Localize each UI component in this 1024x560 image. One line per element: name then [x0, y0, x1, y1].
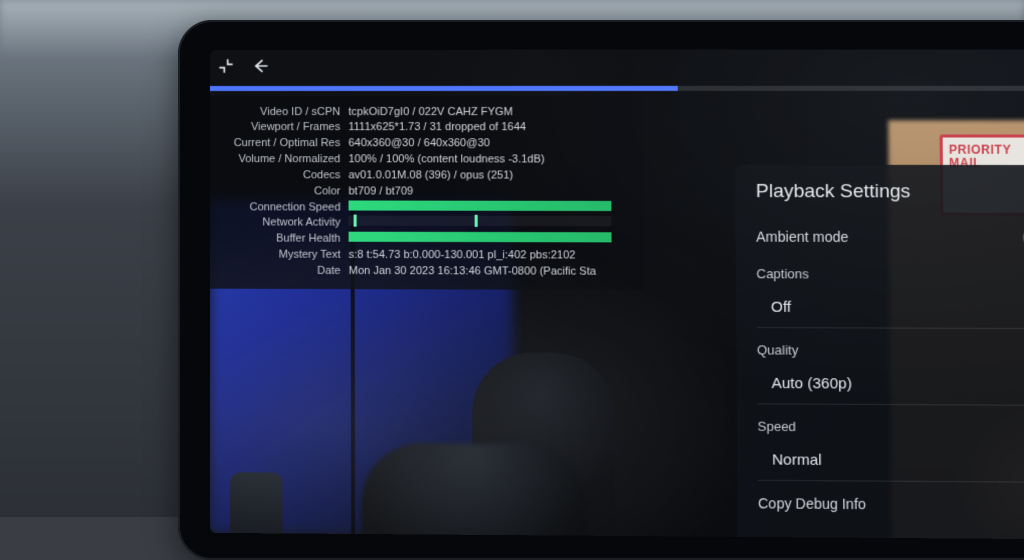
- quality-select[interactable]: Auto (360p): [757, 364, 1024, 406]
- stats-label: Color: [220, 183, 349, 199]
- stats-bar-buffer: [349, 231, 634, 248]
- video-progress-fill: [210, 86, 678, 91]
- stats-bar-connection: [349, 200, 634, 217]
- stats-value-video-id: tcpkOiD7gI0 / 022V CAHZ FYGM: [348, 104, 633, 120]
- screen: PRIORITY MAIL Video ID / sCPN tcpkOiD7gI…: [210, 49, 1024, 539]
- settings-title: Playback Settings: [756, 181, 1024, 204]
- playback-settings-panel: Playback Settings Ambient mode Captions …: [735, 165, 1024, 540]
- stats-value-viewport: 1111x625*1.73 / 31 dropped of 1644: [348, 120, 633, 136]
- copy-debug-info[interactable]: Copy Debug Info: [758, 495, 1024, 514]
- stats-label: Volume / Normalized: [220, 152, 348, 168]
- stats-value-date: Mon Jan 30 2023 16:13:46 GMT-0800 (Pacif…: [349, 263, 634, 280]
- person-silhouette: [361, 443, 585, 540]
- speed-value: Normal: [772, 451, 822, 469]
- ambient-mode-row[interactable]: Ambient mode: [756, 221, 1024, 252]
- stats-label: Current / Optimal Res: [220, 136, 348, 152]
- stats-value-codecs: av01.0.01M.08 (396) / opus (251): [348, 168, 633, 184]
- speed-label: Speed: [757, 419, 1024, 436]
- stats-label: Buffer Health: [220, 231, 349, 247]
- stats-value-color: bt709 / bt709: [348, 184, 633, 200]
- stats-panel: Video ID / sCPN tcpkOiD7gI0 / 022V CAHZ …: [210, 96, 644, 290]
- captions-value: Off: [771, 299, 791, 316]
- back-arrow-icon[interactable]: [250, 56, 270, 81]
- video-progress-track[interactable]: [210, 86, 1024, 91]
- stats-label: Connection Speed: [220, 199, 349, 215]
- captions-label: Captions: [756, 266, 1024, 282]
- captions-select[interactable]: Off: [756, 287, 1024, 329]
- minimize-icon[interactable]: [216, 56, 236, 81]
- stats-label: Network Activity: [220, 215, 349, 231]
- stats-bar-network: [349, 215, 634, 232]
- bottle: [230, 472, 282, 539]
- top-left-controls: [216, 56, 270, 81]
- stats-label: Date: [220, 263, 349, 279]
- speed-select[interactable]: Normal: [758, 440, 1024, 483]
- ambient-mode-label: Ambient mode: [756, 229, 848, 245]
- stats-value-mystery: s:8 t:54.73 b:0.000-130.001 pl_i:402 pbs…: [349, 247, 634, 264]
- quality-value: Auto (360p): [771, 375, 851, 393]
- stats-value-res: 640x360@30 / 640x360@30: [348, 136, 633, 152]
- stats-label: Viewport / Frames: [220, 120, 348, 136]
- quality-label: Quality: [757, 342, 1024, 359]
- stats-value-volume: 100% / 100% (content loudness -3.1dB): [348, 152, 633, 168]
- stats-label: Codecs: [220, 168, 348, 184]
- stats-label: Video ID / sCPN: [220, 104, 348, 120]
- stats-label: Mystery Text: [220, 247, 349, 263]
